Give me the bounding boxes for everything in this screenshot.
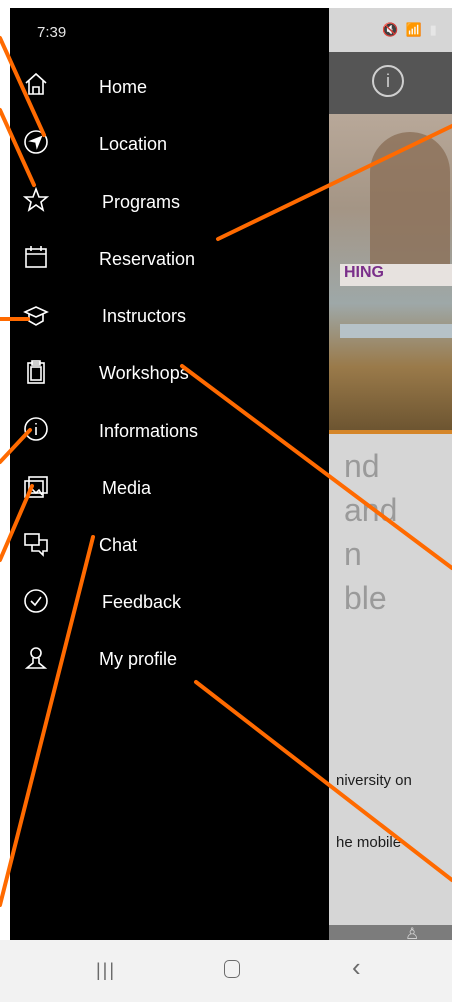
menu-label-media: Media [102, 478, 152, 498]
menu-item-media[interactable] [22, 467, 322, 507]
headline-line-3: n [344, 536, 362, 572]
body-line-2: he mobile [336, 834, 402, 851]
calendar-icon [22, 243, 50, 271]
river [340, 324, 452, 338]
info-icon[interactable]: i [372, 65, 404, 97]
system-navigation-bar: ||| ‹ [0, 940, 452, 1002]
menu-label-location: Location [99, 134, 168, 154]
parliament-building [370, 132, 450, 282]
graduation-cap-icon [22, 301, 50, 329]
menu-label-informations: Informations [99, 421, 199, 441]
menu-item-location[interactable] [22, 122, 322, 162]
menu-label-workshops: Workshops [99, 363, 189, 383]
menu-item-home[interactable] [22, 64, 322, 104]
home-button-icon[interactable] [224, 960, 240, 978]
star-icon [22, 186, 50, 214]
navigation-drawer: 7:39 Home Location Programs Reservation [10, 8, 329, 995]
menu-label-my-profile: My profile [99, 649, 178, 669]
hero-banner-text: HING [344, 264, 384, 281]
menu-label-feedback: Feedback [102, 592, 182, 612]
chat-icon [22, 530, 50, 558]
clipboard-icon [22, 358, 50, 386]
menu-label-chat: Chat [99, 535, 138, 555]
body-line-1: niversity on [336, 772, 412, 789]
check-circle-icon [22, 587, 50, 615]
gallery-icon [22, 473, 50, 501]
headline-line-2: and [344, 492, 398, 528]
location-icon [22, 128, 50, 156]
menu-label-home: Home [99, 77, 148, 97]
menu-label-instructors: Instructors [102, 306, 187, 326]
menu-label-programs: Programs [102, 192, 181, 212]
back-chevron-icon[interactable]: ‹ [352, 952, 361, 983]
status-time: 7:39 [37, 24, 67, 41]
person-icon [22, 644, 50, 672]
menu-item-chat[interactable] [22, 524, 322, 564]
phone-screen: i HING nd and n ble niversity on he mobi… [10, 8, 452, 995]
menu-label-reservation: Reservation [99, 249, 196, 269]
headline-line-4: ble [344, 580, 387, 616]
recent-apps-icon[interactable]: ||| [96, 960, 116, 981]
info-icon [22, 415, 50, 443]
home-icon [22, 70, 50, 98]
headline-line-1: nd [344, 448, 380, 484]
status-icons: 🔇 📶 ▮ [382, 22, 439, 37]
